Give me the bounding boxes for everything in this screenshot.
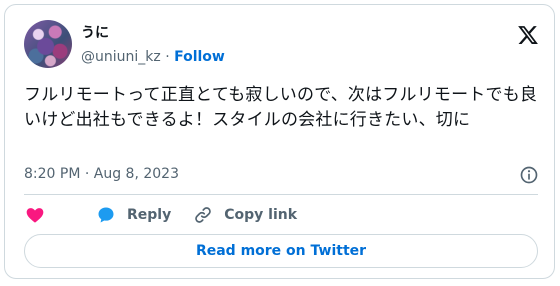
display-name[interactable]: うに <box>81 22 109 42</box>
reply-label: Reply <box>127 207 172 223</box>
link-icon <box>195 207 212 223</box>
user-handle[interactable]: @uniuni_kz <box>81 49 161 65</box>
copy-link-label: Copy link <box>224 207 298 223</box>
separator: · <box>165 49 170 65</box>
x-logo-icon[interactable] <box>517 24 539 46</box>
like-button[interactable] <box>25 205 56 225</box>
follow-button[interactable]: Follow <box>174 49 225 65</box>
handle-row: @uniuni_kz · Follow <box>81 49 225 65</box>
heart-icon <box>26 208 44 223</box>
tweet-embed-card: うに @uniuni_kz · Follow フルリモートって正直とても寂しいの… <box>4 4 555 279</box>
tweet-timestamp[interactable]: 8:20 PM · Aug 8, 2023 <box>24 166 179 182</box>
reply-button[interactable]: Reply <box>96 205 171 225</box>
reply-bubble-icon <box>98 207 114 223</box>
info-icon[interactable] <box>519 165 539 185</box>
read-more-button[interactable]: Read more on Twitter <box>24 234 538 268</box>
divider <box>24 194 538 195</box>
avatar[interactable] <box>24 20 72 68</box>
tweet-text: フルリモートって正直とても寂しいので、次はフルリモートでも良いけど出社もできるよ… <box>24 85 538 130</box>
copy-link-button[interactable]: Copy link <box>193 205 297 225</box>
action-bar: Reply Copy link <box>25 205 319 225</box>
